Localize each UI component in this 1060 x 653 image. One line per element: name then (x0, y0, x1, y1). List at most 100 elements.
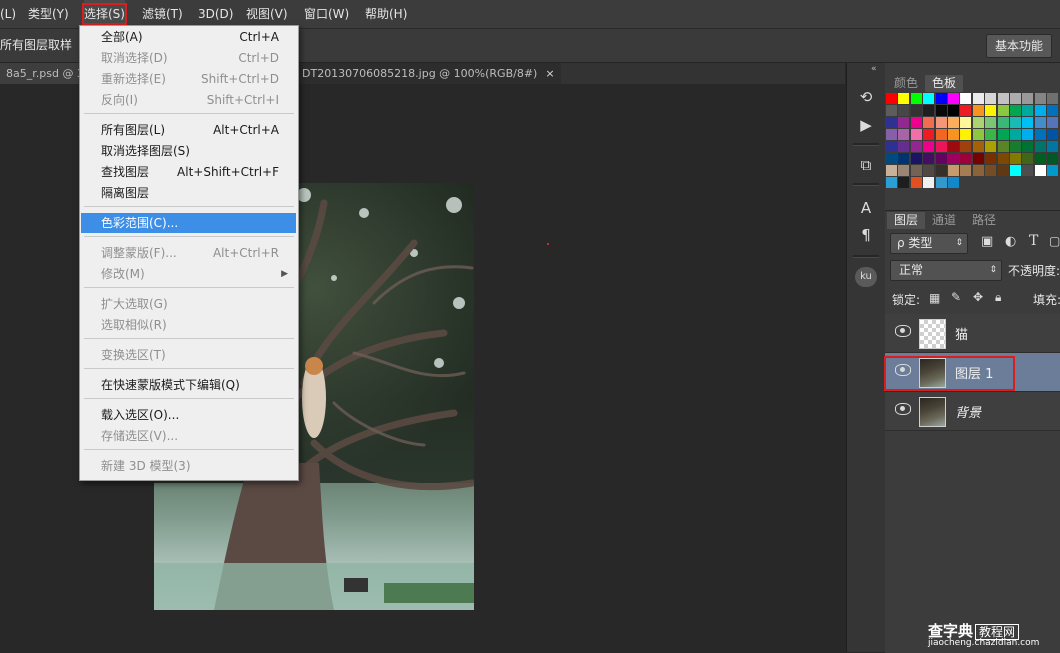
tab-layers[interactable]: 图层 (887, 212, 926, 229)
color-swatch[interactable] (985, 141, 997, 152)
color-swatch[interactable] (910, 129, 922, 140)
color-swatch[interactable] (1047, 165, 1059, 176)
color-swatch[interactable] (948, 177, 959, 188)
color-swatch[interactable] (1034, 165, 1046, 176)
workspace-button[interactable]: 基本功能 (985, 34, 1052, 58)
color-swatch[interactable] (985, 165, 997, 176)
menu-item-deselect-layers[interactable]: 取消选择图层(S) (81, 141, 296, 161)
color-swatch[interactable] (935, 129, 947, 140)
menu-item-all-layers[interactable]: 所有图层(L) Alt+Ctrl+A (81, 120, 296, 140)
menu-3d[interactable]: 3D(D) (198, 0, 233, 28)
lock-transparent-icon[interactable]: ▦ (929, 291, 940, 305)
lock-all-icon[interactable]: 🔒︎ (995, 290, 1001, 305)
color-swatch[interactable] (1034, 105, 1046, 116)
color-swatch[interactable] (948, 153, 959, 164)
menu-item-similar[interactable]: 选取相似(R) (81, 315, 296, 335)
color-swatch[interactable] (1022, 93, 1034, 104)
color-swatch[interactable] (1010, 105, 1021, 116)
color-swatch[interactable] (948, 165, 959, 176)
color-swatch[interactable] (1022, 141, 1034, 152)
color-swatch[interactable] (1034, 129, 1046, 140)
color-swatch[interactable] (1022, 105, 1034, 116)
color-swatch[interactable] (935, 105, 947, 116)
color-swatch[interactable] (935, 141, 947, 152)
menu-filter[interactable]: 滤镜(T) (142, 0, 183, 28)
color-swatch[interactable] (910, 105, 922, 116)
color-swatch[interactable] (997, 105, 1009, 116)
close-icon[interactable]: × (545, 67, 554, 80)
menu-window[interactable]: 窗口(W) (304, 0, 349, 28)
color-swatch[interactable] (985, 117, 997, 128)
shape-filter-icon[interactable]: ▢ (1049, 234, 1060, 248)
color-swatch[interactable] (1010, 153, 1021, 164)
color-swatch[interactable] (1047, 93, 1059, 104)
color-swatch[interactable] (960, 129, 972, 140)
menu-view[interactable]: 视图(V) (246, 0, 288, 28)
color-swatch[interactable] (960, 93, 972, 104)
color-swatch[interactable] (948, 141, 959, 152)
color-swatch[interactable] (985, 129, 997, 140)
color-swatch[interactable] (972, 93, 984, 104)
3d-icon[interactable]: ⧉ (855, 155, 877, 175)
color-swatch[interactable] (948, 105, 959, 116)
eye-icon[interactable] (895, 403, 911, 415)
color-swatch[interactable] (898, 153, 910, 164)
kuler-icon[interactable]: ku (855, 267, 877, 287)
color-swatch[interactable] (923, 117, 935, 128)
collapse-arrows-icon[interactable]: « (871, 64, 877, 74)
adjustment-filter-icon[interactable]: ◐ (1005, 234, 1016, 249)
color-swatch[interactable] (910, 165, 922, 176)
color-swatch[interactable] (997, 141, 1009, 152)
color-swatch[interactable] (910, 141, 922, 152)
color-swatch[interactable] (886, 117, 897, 128)
color-swatch[interactable] (972, 117, 984, 128)
color-swatch[interactable] (898, 177, 910, 188)
color-swatch[interactable] (985, 93, 997, 104)
document-tab-active[interactable]: DT20130706085218.jpg @ 100%(RGB/8#) × (296, 63, 561, 84)
lock-brush-icon[interactable]: ✎ (951, 290, 961, 304)
color-swatch[interactable] (886, 129, 897, 140)
color-swatch[interactable] (960, 141, 972, 152)
color-swatch[interactable] (1010, 117, 1021, 128)
menu-item-inverse[interactable]: 反向(I) Shift+Ctrl+I (81, 90, 296, 110)
menu-item-quick-mask[interactable]: 在快速蒙版模式下编辑(Q) (81, 375, 296, 395)
color-swatch[interactable] (997, 153, 1009, 164)
color-swatch[interactable] (1034, 153, 1046, 164)
color-swatch[interactable] (886, 177, 897, 188)
menu-item-transform-selection[interactable]: 变换选区(T) (81, 345, 296, 365)
menu-item-find-layers[interactable]: 查找图层 Alt+Shift+Ctrl+F (81, 162, 296, 182)
color-swatch[interactable] (886, 165, 897, 176)
color-swatch[interactable] (1010, 129, 1021, 140)
color-swatch[interactable] (923, 177, 935, 188)
color-swatch[interactable] (985, 153, 997, 164)
menu-help[interactable]: 帮助(H) (365, 0, 407, 28)
color-swatch[interactable] (960, 105, 972, 116)
menu-item-all[interactable]: 全部(A) Ctrl+A (81, 27, 296, 47)
color-swatch[interactable] (910, 177, 922, 188)
color-swatch[interactable] (972, 105, 984, 116)
layer-row[interactable]: 背景 (885, 392, 1060, 431)
color-swatch[interactable] (910, 93, 922, 104)
color-swatch[interactable] (972, 165, 984, 176)
tab-paths[interactable]: 路径 (965, 212, 1003, 229)
character-icon[interactable]: A (855, 198, 877, 218)
color-swatch[interactable] (997, 93, 1009, 104)
color-swatch[interactable] (923, 153, 935, 164)
eye-icon[interactable] (895, 325, 911, 337)
menu-item-color-range[interactable]: 色彩范围(C)... (81, 213, 296, 233)
color-swatch[interactable] (886, 93, 897, 104)
lock-move-icon[interactable]: ✥ (973, 290, 983, 304)
menu-select[interactable]: 选择(S) (82, 0, 127, 28)
color-swatch[interactable] (948, 117, 959, 128)
color-swatch[interactable] (1022, 153, 1034, 164)
color-swatch[interactable] (1047, 153, 1059, 164)
menu-layer[interactable]: (L) (0, 0, 16, 28)
color-swatch[interactable] (923, 105, 935, 116)
play-icon[interactable]: ▶ (855, 115, 877, 135)
tab-color[interactable]: 颜色 (887, 75, 925, 92)
color-swatch[interactable] (898, 165, 910, 176)
color-swatch[interactable] (1034, 93, 1046, 104)
color-swatch[interactable] (898, 117, 910, 128)
color-swatch[interactable] (935, 177, 947, 188)
layer-filter-select[interactable]: ρ 类型 ⇕ (890, 233, 968, 254)
